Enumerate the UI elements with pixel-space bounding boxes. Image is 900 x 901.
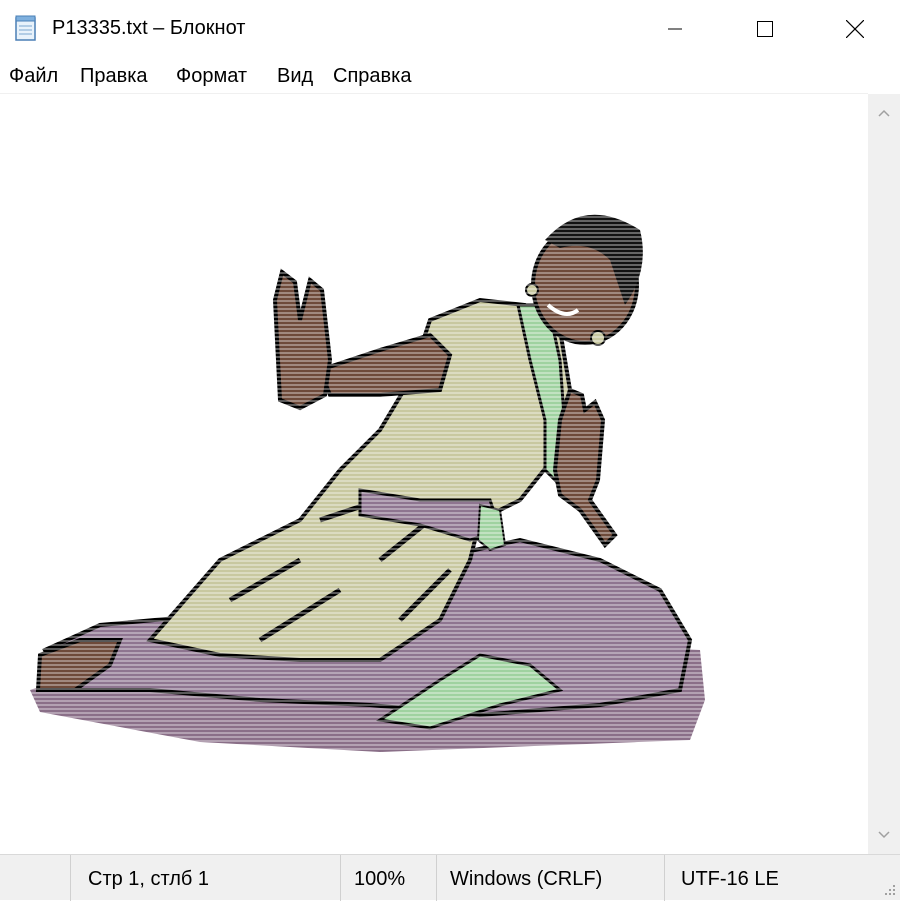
window-title: P13335.txt – Блокнот xyxy=(52,17,246,39)
scroll-down-button[interactable] xyxy=(868,816,900,854)
menu-file[interactable]: Файл xyxy=(9,65,58,88)
notepad-icon xyxy=(14,15,38,41)
cursor-position: Стр 1, стлб 1 xyxy=(88,868,210,890)
chevron-down-icon xyxy=(878,831,890,839)
menu-help[interactable]: Справка xyxy=(333,65,411,88)
status-divider xyxy=(664,855,665,901)
menu-bar: Файл Правка Формат Вид Справка xyxy=(0,58,900,94)
close-button[interactable] xyxy=(810,0,900,58)
zoom-level: 100% xyxy=(354,868,406,890)
menu-view[interactable]: Вид xyxy=(277,65,313,88)
title-bar[interactable]: P13335.txt – Блокнот xyxy=(0,0,900,58)
scroll-up-button[interactable] xyxy=(868,94,900,132)
menu-format[interactable]: Формат xyxy=(176,65,247,88)
status-divider xyxy=(340,855,341,901)
vertical-scrollbar[interactable] xyxy=(868,94,900,854)
resize-grip-icon[interactable] xyxy=(881,881,897,897)
menu-edit[interactable]: Правка xyxy=(80,65,148,88)
maximize-icon xyxy=(757,21,773,37)
maximize-button[interactable] xyxy=(720,0,810,58)
dancer-ascii-art xyxy=(0,200,720,760)
minimize-icon xyxy=(668,28,682,30)
close-icon xyxy=(846,20,864,38)
minimize-button[interactable] xyxy=(630,0,720,58)
encoding: UTF-16 LE xyxy=(681,868,779,890)
chevron-up-icon xyxy=(878,109,890,117)
status-bar: Стр 1, стлб 1 100% Windows (CRLF) UTF-16… xyxy=(0,854,900,901)
status-divider xyxy=(436,855,437,901)
line-endings: Windows (CRLF) xyxy=(450,868,603,890)
text-editor-area[interactable] xyxy=(0,94,868,854)
status-divider xyxy=(70,855,71,901)
